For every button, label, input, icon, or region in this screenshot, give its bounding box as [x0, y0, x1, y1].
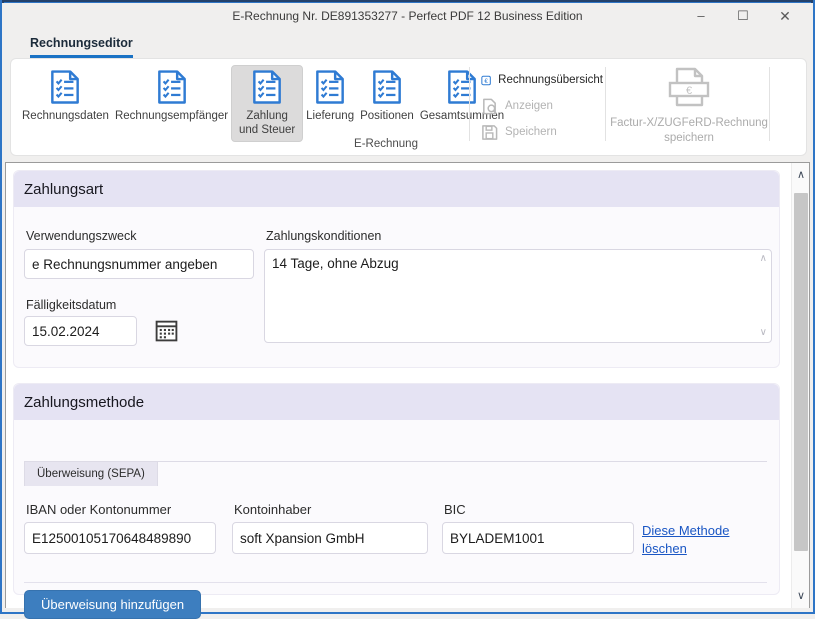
ribbon-separator — [469, 67, 470, 141]
lieferung-button[interactable]: Lieferung — [303, 65, 357, 127]
scroll-down-icon[interactable]: ∨ — [760, 328, 767, 338]
zahlungskonditionen-label: Zahlungskonditionen — [266, 229, 381, 243]
title-bar: E-Rechnung Nr. DE891353277 - Perfect PDF… — [2, 3, 813, 29]
checklist-document-icon — [157, 69, 187, 105]
kontoinhaber-label: Kontoinhaber — [234, 502, 311, 517]
diese-methode-loeschen-link[interactable]: Diese Methode löschen — [642, 522, 762, 557]
tab-rechnungseditor[interactable]: Rechnungseditor — [30, 36, 133, 58]
ribbon-separator — [605, 67, 606, 141]
checklist-document-icon — [372, 69, 402, 105]
facturx-speichern-button[interactable]: Factur-X/ZUGFeRD-Rechnung speichern — [609, 65, 769, 151]
rechnungsuebersicht-button[interactable]: Rechnungsübersicht — [477, 67, 603, 93]
app-window: E-Rechnung Nr. DE891353277 - Perfect PDF… — [0, 0, 815, 614]
scrollbar-thumb[interactable] — [794, 193, 808, 551]
document-preview-icon — [481, 98, 498, 115]
zahlungskonditionen-textarea[interactable]: 14 Tage, ohne Abzug ∧ ∨ — [264, 249, 772, 343]
iban-label: IBAN oder Kontonummer — [26, 502, 171, 517]
section-title: Zahlungsart — [24, 181, 103, 198]
kontoinhaber-input[interactable] — [232, 522, 428, 554]
calendar-icon[interactable] — [154, 318, 179, 343]
checklist-document-icon — [447, 69, 477, 105]
verwendungszweck-label: Verwendungszweck — [26, 229, 136, 243]
speichern-button[interactable]: Speichern — [477, 119, 603, 145]
save-icon — [481, 124, 498, 141]
verwendungszweck-input[interactable] — [24, 249, 254, 279]
ueberweisung-hinzufuegen-button[interactable]: Überweisung hinzufügen — [24, 590, 201, 619]
tab-ueberweisung-sepa[interactable]: Überweisung (SEPA) — [24, 461, 158, 486]
ribbon-group-label: E-Rechnung — [321, 138, 451, 150]
e-rechnung-button-group: Rechnungsdaten Rechnungsempfänger Zahlun… — [19, 65, 507, 142]
checklist-document-icon — [315, 69, 345, 105]
rechnungsempfaenger-button[interactable]: Rechnungsempfänger — [112, 65, 231, 127]
iban-input[interactable] — [24, 522, 216, 554]
ribbon: Rechnungsdaten Rechnungsempfänger Zahlun… — [10, 58, 807, 156]
checklist-document-icon — [50, 69, 80, 105]
zahlungsmethode-section: Zahlungsmethode Überweisung (SEPA) IBAN … — [13, 383, 780, 595]
anzeigen-button[interactable]: Anzeigen — [477, 93, 603, 119]
section-title: Zahlungsmethode — [24, 394, 144, 411]
bic-label: BIC — [444, 502, 466, 517]
scroll-up-icon[interactable]: ∧ — [792, 165, 810, 185]
close-button[interactable]: ✕ — [765, 3, 805, 29]
minimize-button[interactable]: – — [681, 3, 721, 29]
zahlung-und-steuer-button[interactable]: Zahlung und Steuer — [231, 65, 303, 142]
ribbon-tab-row: Rechnungseditor — [2, 30, 813, 58]
small-button-stack: Rechnungsübersicht Anzeigen Speichern — [477, 67, 603, 145]
zahlungsart-section: Zahlungsart Verwendungszweck Zahlungskon… — [13, 170, 780, 368]
scroll-up-icon[interactable]: ∧ — [760, 254, 767, 264]
euro-document-icon — [666, 67, 712, 107]
maximize-button[interactable]: ☐ — [723, 3, 763, 29]
faelligkeitsdatum-input[interactable] — [24, 316, 137, 346]
ribbon-separator — [769, 67, 770, 141]
vertical-scrollbar[interactable]: ∧ ∨ — [791, 163, 809, 608]
positionen-button[interactable]: Positionen — [357, 65, 417, 127]
bic-input[interactable] — [442, 522, 634, 554]
faelligkeitsdatum-label: Fälligkeitsdatum — [26, 298, 116, 312]
editor-content: Zahlungsart Verwendungszweck Zahlungskon… — [5, 162, 810, 608]
zahlungsart-header: Zahlungsart — [14, 171, 779, 207]
divider — [24, 582, 767, 583]
rechnungsdaten-button[interactable]: Rechnungsdaten — [19, 65, 112, 127]
scroll-down-icon[interactable]: ∨ — [792, 586, 810, 606]
checklist-document-icon — [252, 69, 282, 105]
euro-square-icon — [481, 72, 491, 89]
zahlungsmethode-header: Zahlungsmethode — [14, 384, 779, 420]
